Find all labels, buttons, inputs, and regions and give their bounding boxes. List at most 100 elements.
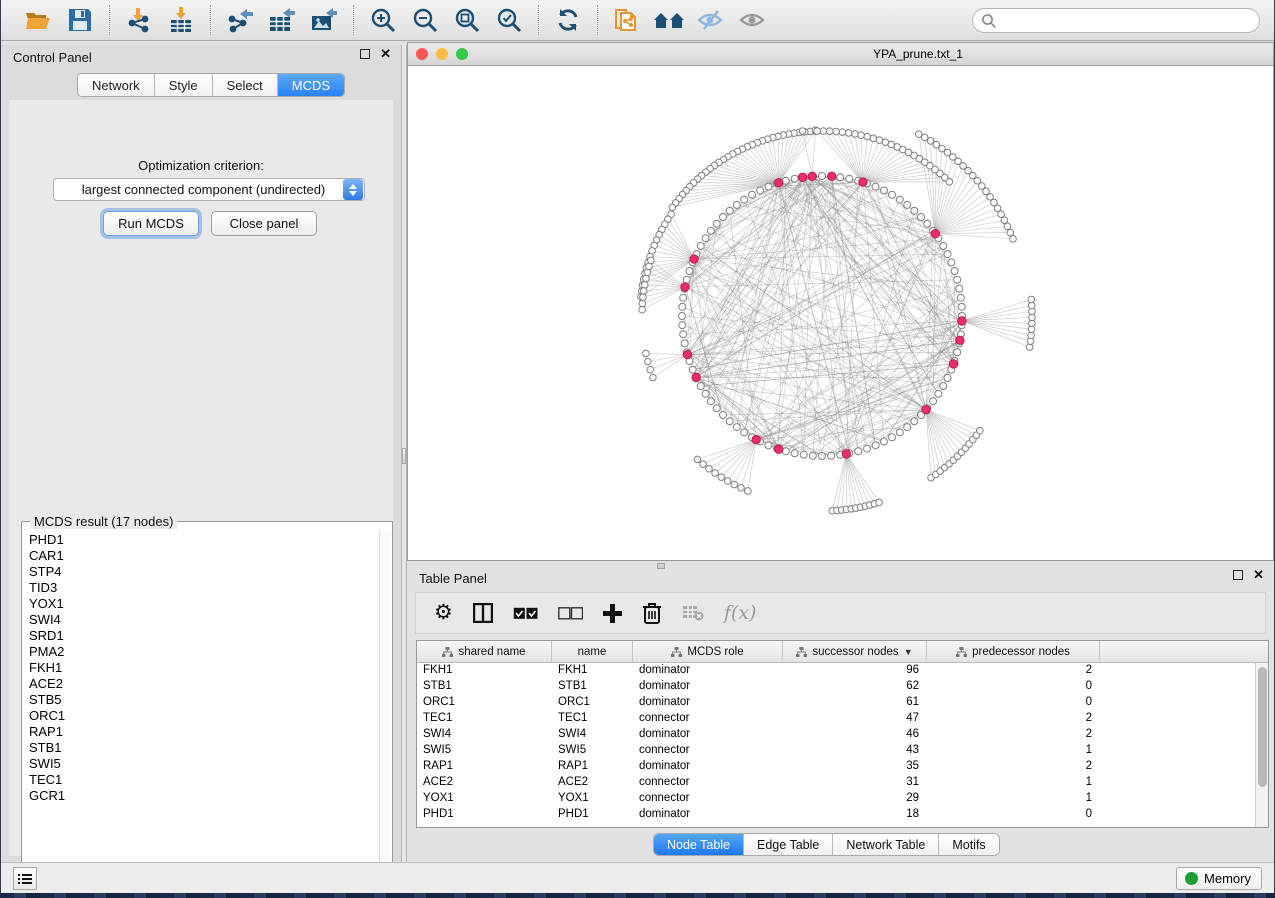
mcds-result-item[interactable]: STB1: [29, 740, 381, 756]
leaf-node[interactable]: [870, 135, 877, 142]
tab-style[interactable]: Style: [155, 74, 213, 96]
cell[interactable]: PHD1: [552, 807, 633, 823]
run-mcds-button[interactable]: Run MCDS: [103, 211, 199, 236]
cell[interactable]: connector: [633, 791, 783, 807]
dominator-node[interactable]: [842, 450, 850, 458]
leaf-node[interactable]: [644, 269, 651, 276]
dominator-node[interactable]: [859, 178, 867, 186]
ring-node[interactable]: [948, 259, 955, 266]
leaf-node[interactable]: [852, 131, 859, 138]
cell[interactable]: connector: [633, 711, 783, 727]
network-graph[interactable]: [408, 66, 1273, 560]
tab-node-table[interactable]: Node Table: [654, 834, 744, 855]
cell[interactable]: ACE2: [552, 775, 633, 791]
save-session-icon[interactable]: [63, 5, 97, 35]
ring-node[interactable]: [733, 424, 740, 431]
leaf-node[interactable]: [839, 129, 846, 136]
table-row[interactable]: ORC1ORC1dominator610: [417, 695, 1268, 711]
leaf-node[interactable]: [650, 374, 657, 381]
cell[interactable]: SWI4: [552, 727, 633, 743]
sort-chevron-icon[interactable]: ▼: [904, 647, 913, 657]
ring-node[interactable]: [944, 374, 951, 381]
table-row[interactable]: FKH1FKH1dominator962: [417, 663, 1268, 679]
cell[interactable]: TEC1: [552, 711, 633, 727]
leaf-node[interactable]: [731, 481, 738, 488]
cell[interactable]: RAP1: [417, 759, 552, 775]
dominator-node[interactable]: [828, 172, 836, 180]
cell[interactable]: FKH1: [417, 663, 552, 679]
ring-node[interactable]: [713, 405, 720, 412]
ring-node[interactable]: [846, 175, 853, 182]
dominator-node[interactable]: [692, 373, 700, 381]
import-table-icon[interactable]: [164, 5, 198, 35]
mcds-result-item[interactable]: ACE2: [29, 676, 381, 692]
cell[interactable]: YOX1: [417, 791, 552, 807]
dominator-node[interactable]: [808, 172, 816, 180]
ring-node[interactable]: [726, 418, 733, 425]
cell[interactable]: dominator: [633, 663, 783, 679]
leaf-node[interactable]: [706, 465, 713, 472]
leaf-node[interactable]: [858, 132, 865, 139]
leaf-node[interactable]: [640, 294, 647, 301]
leaf-node[interactable]: [744, 488, 751, 495]
ring-node[interactable]: [791, 175, 798, 182]
cell[interactable]: 43: [783, 743, 927, 759]
dominator-node[interactable]: [931, 230, 939, 238]
ring-node[interactable]: [726, 207, 733, 214]
close-panel-button[interactable]: Close panel: [211, 211, 317, 236]
table-row[interactable]: SWI5SWI5connector431: [417, 743, 1268, 759]
leaf-node[interactable]: [826, 128, 833, 135]
ring-node[interactable]: [809, 452, 816, 459]
ring-node[interactable]: [680, 331, 687, 338]
ring-node[interactable]: [896, 196, 903, 203]
ring-node[interactable]: [880, 438, 887, 445]
cell[interactable]: 61: [783, 695, 927, 711]
leaf-node[interactable]: [1010, 236, 1017, 243]
leaf-node[interactable]: [1004, 223, 1011, 230]
mcds-result-item[interactable]: YOX1: [29, 596, 381, 612]
zoom-selected-icon[interactable]: [492, 5, 526, 35]
ring-node[interactable]: [683, 276, 690, 283]
horizontal-splitter-handle[interactable]: [657, 563, 665, 569]
ring-node[interactable]: [864, 445, 871, 452]
deselect-all-checks-icon[interactable]: [558, 607, 583, 620]
dominator-node[interactable]: [956, 336, 964, 344]
mcds-result-item[interactable]: SWI5: [29, 756, 381, 772]
zoom-out-icon[interactable]: [408, 5, 442, 35]
table-row[interactable]: TEC1TEC1connector472: [417, 711, 1268, 727]
table-options-gear-icon[interactable]: ⚙: [434, 603, 453, 623]
table-row[interactable]: YOX1YOX1connector291: [417, 791, 1268, 807]
cell[interactable]: dominator: [633, 695, 783, 711]
ring-node[interactable]: [749, 191, 756, 198]
node-table[interactable]: shared namenameMCDS rolesuccessor nodes▼…: [416, 640, 1269, 828]
mcds-list-scrollbar[interactable]: [379, 530, 391, 891]
cell[interactable]: dominator: [633, 759, 783, 775]
cell[interactable]: 29: [783, 791, 927, 807]
leaf-node[interactable]: [639, 306, 646, 313]
leaf-node[interactable]: [669, 204, 676, 211]
ring-node[interactable]: [930, 398, 937, 405]
leaf-node[interactable]: [645, 358, 652, 365]
cell[interactable]: RAP1: [552, 759, 633, 775]
table-scrollbar-thumb[interactable]: [1258, 667, 1267, 787]
tab-mcds[interactable]: MCDS: [278, 74, 344, 96]
network-canvas[interactable]: [408, 66, 1273, 560]
leaf-node[interactable]: [921, 134, 928, 141]
ring-node[interactable]: [956, 285, 963, 292]
table-row[interactable]: STB1STB1dominator620: [417, 679, 1268, 695]
dominator-node[interactable]: [922, 405, 930, 413]
table-row[interactable]: PHD1PHD1dominator180: [417, 807, 1268, 823]
mcds-result-item[interactable]: FKH1: [29, 660, 381, 676]
cell[interactable]: SWI5: [417, 743, 552, 759]
dominator-node[interactable]: [690, 255, 698, 263]
import-network-icon[interactable]: [122, 5, 156, 35]
mcds-result-item[interactable]: PMA2: [29, 644, 381, 660]
delete-table-icon[interactable]: [682, 605, 704, 621]
ring-node[interactable]: [935, 390, 942, 397]
column-header-shared-name[interactable]: shared name: [417, 641, 552, 662]
ring-node[interactable]: [741, 196, 748, 203]
memory-button[interactable]: Memory: [1176, 867, 1262, 890]
column-header-MCDS-role[interactable]: MCDS role: [633, 641, 783, 662]
leaf-node[interactable]: [799, 128, 806, 135]
table-row[interactable]: SWI4SWI4dominator462: [417, 727, 1268, 743]
